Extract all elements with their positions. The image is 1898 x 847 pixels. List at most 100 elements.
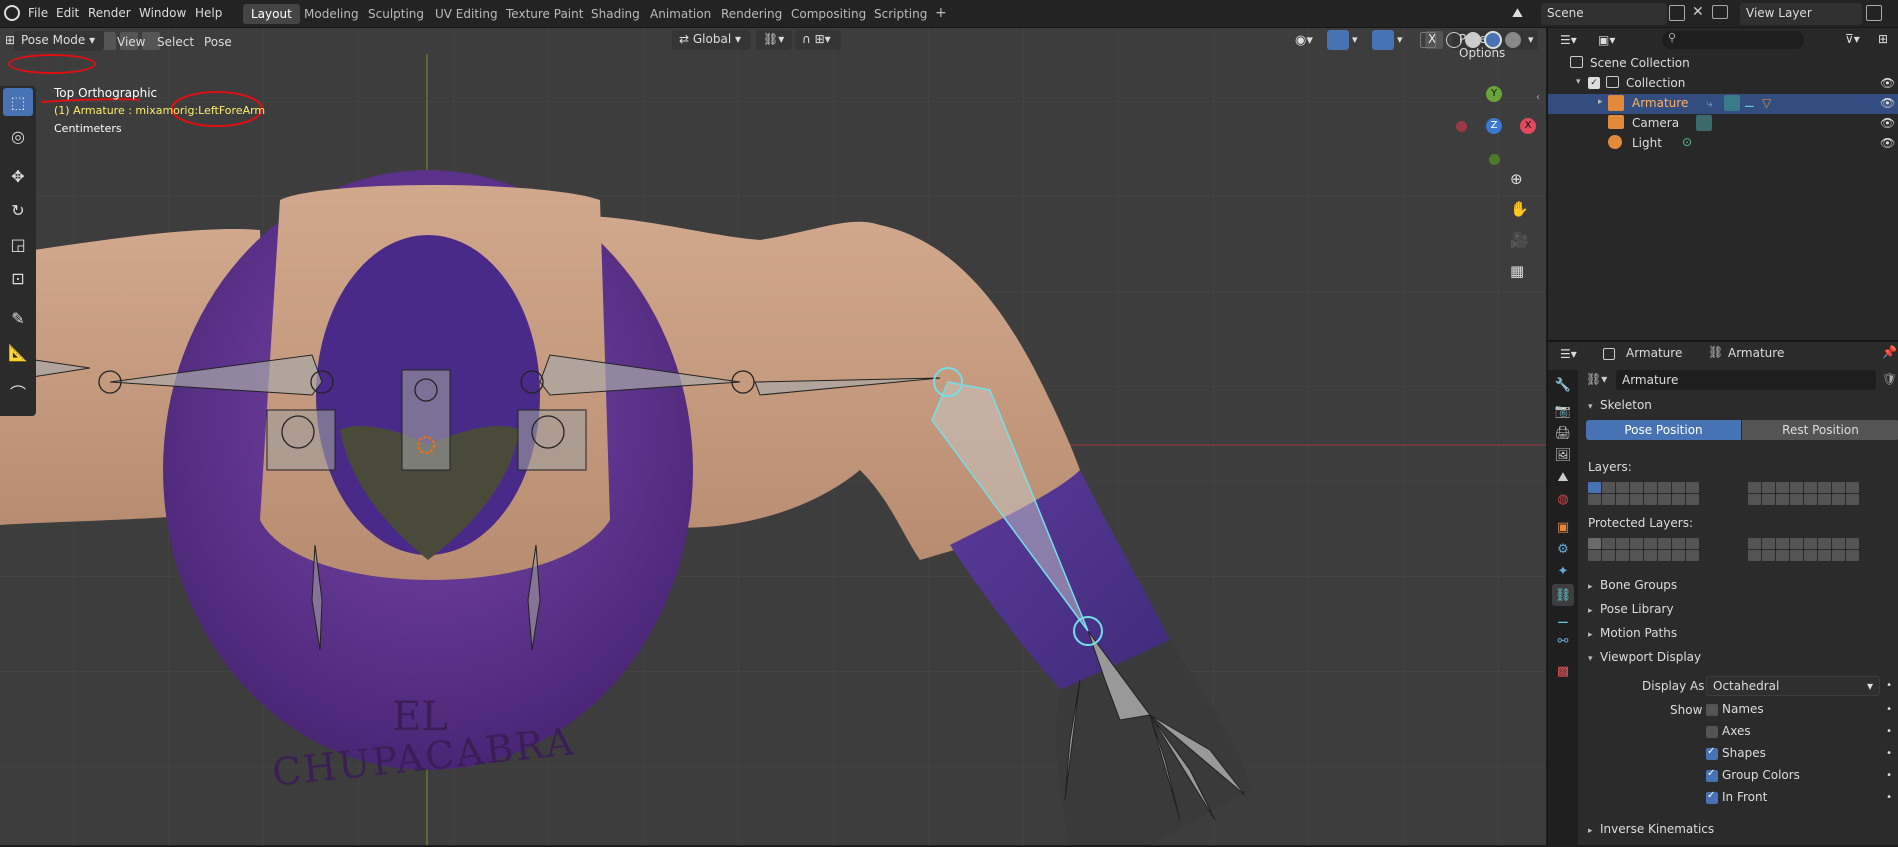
gizmo-z-handle[interactable]: Z	[1486, 118, 1502, 134]
outliner-row-scene-collection[interactable]: Scene Collection	[1548, 54, 1898, 74]
ortho-toggle-icon[interactable]: ▦	[1510, 262, 1524, 280]
delete-scene-icon[interactable]: ✕	[1692, 4, 1704, 20]
gizmo-neg-x-handle[interactable]	[1456, 121, 1467, 132]
move-tool-icon[interactable]: ✥	[3, 162, 33, 190]
cursor-tool-icon[interactable]: ◎	[3, 122, 33, 150]
armature-data-name-field[interactable]: Armature	[1616, 370, 1876, 390]
outliner-row-armature[interactable]: ▸ Armature ⤷ ⚊ ▽ 👁	[1548, 94, 1898, 114]
tab-shading[interactable]: Shading	[583, 4, 648, 24]
gizmo-y-handle[interactable]: Y	[1486, 86, 1502, 102]
outliner-display-mode-icon[interactable]: ▣▾	[1598, 33, 1615, 47]
tool-tab-icon[interactable]: 🔧	[1552, 374, 1574, 396]
menu-file[interactable]: File	[28, 6, 48, 20]
outliner-editor-type-icon[interactable]: ☰▾	[1560, 33, 1577, 47]
blender-logo-icon[interactable]	[4, 5, 20, 21]
menu-help[interactable]: Help	[195, 6, 222, 20]
shading-wireframe-icon[interactable]	[1446, 32, 1462, 48]
scene-selector[interactable]: Scene	[1541, 3, 1667, 25]
shading-rendered-icon[interactable]	[1505, 32, 1521, 48]
navigation-gizmo[interactable]: Y Z X	[1456, 86, 1536, 166]
menu-edit[interactable]: Edit	[56, 6, 79, 20]
filter-icon[interactable]: ⊽▾	[1845, 32, 1860, 46]
menu-pose[interactable]: Pose	[204, 35, 232, 49]
pose-position-button[interactable]: Pose Position	[1586, 420, 1741, 440]
shading-dropdown-icon[interactable]: ▾	[1528, 33, 1534, 46]
visibility-eye-icon[interactable]: 👁	[1880, 96, 1895, 110]
outliner-row-camera[interactable]: Camera 👁	[1548, 114, 1898, 134]
object-tab-icon[interactable]: ▣	[1552, 516, 1574, 538]
overlays-toggle-icon[interactable]	[1372, 30, 1394, 50]
particles-tab-icon[interactable]: ✦	[1552, 560, 1574, 582]
tab-scripting[interactable]: Scripting	[866, 4, 935, 24]
measure-tool-icon[interactable]: 📐	[3, 338, 33, 366]
fake-user-icon[interactable]: 🛡	[1882, 372, 1897, 386]
camera-view-icon[interactable]: 🎥	[1510, 231, 1529, 249]
visibility-eye-icon[interactable]: 👁	[1880, 116, 1895, 130]
bone-groups-panel-header[interactable]: ▸ Bone Groups	[1588, 578, 1677, 592]
shading-material-icon[interactable]	[1484, 31, 1502, 49]
group-colors-keyframe-icon[interactable]: •	[1886, 770, 1892, 781]
show-axes-checkbox[interactable]: Axes	[1706, 724, 1751, 738]
scale-tool-icon[interactable]: ◲	[3, 230, 33, 258]
gizmo-neg-y-handle[interactable]	[1489, 154, 1500, 165]
sidebar-toggle-icon[interactable]: ‹	[1536, 92, 1540, 103]
visibility-eye-icon[interactable]: 👁	[1880, 136, 1895, 150]
gizmo-dropdown-icon[interactable]: ▾	[1352, 33, 1358, 46]
menu-select[interactable]: Select	[157, 35, 194, 49]
show-in-front-checkbox[interactable]: In Front	[1706, 790, 1767, 804]
tab-uv-editing[interactable]: UV Editing	[427, 4, 506, 24]
expand-arrow-icon[interactable]: ▾	[1576, 77, 1581, 87]
rest-position-button[interactable]: Rest Position	[1742, 420, 1898, 440]
tab-modeling[interactable]: Modeling	[296, 4, 367, 24]
new-collection-icon[interactable]: ⊞	[1878, 32, 1888, 46]
bone-constraint-tab-icon[interactable]: ⚯	[1552, 630, 1574, 652]
axes-keyframe-icon[interactable]: •	[1886, 726, 1892, 737]
show-names-checkbox[interactable]: Names	[1706, 702, 1764, 716]
render-tab-icon[interactable]: 📷	[1552, 400, 1574, 422]
checkbox-icon[interactable]: ✓	[1588, 77, 1600, 89]
show-shapes-checkbox[interactable]: Shapes	[1706, 746, 1766, 760]
pan-hand-icon[interactable]: ✋	[1510, 200, 1529, 218]
mode-dropdown[interactable]: Pose Mode ▾	[14, 31, 104, 51]
new-scene-icon[interactable]	[1669, 5, 1685, 21]
protected-layers-grid-2[interactable]	[1748, 538, 1859, 561]
armature-data-tab-icon[interactable]: ⛓	[1552, 584, 1574, 606]
tab-sculpting[interactable]: Sculpting	[360, 4, 432, 24]
pin-icon[interactable]: 📌	[1882, 345, 1897, 359]
gizmo-x-handle[interactable]: X	[1520, 118, 1536, 134]
scene-tab-icon[interactable]: ⛰	[1552, 466, 1574, 488]
inverse-kinematics-panel-header[interactable]: ▸ Inverse Kinematics	[1588, 822, 1714, 836]
bone-tab-icon[interactable]: ⚊	[1552, 608, 1574, 630]
tab-compositing[interactable]: Compositing	[783, 4, 874, 24]
annotate-tool-icon[interactable]: ✎	[3, 304, 33, 332]
bone-layers-grid-2[interactable]	[1748, 482, 1859, 505]
new-view-layer-icon[interactable]	[1866, 5, 1882, 21]
visibility-eye-icon[interactable]: 👁	[1880, 76, 1895, 90]
pose-library-panel-header[interactable]: ▸ Pose Library	[1588, 602, 1674, 616]
in-front-keyframe-icon[interactable]: •	[1886, 792, 1892, 803]
texture-tab-icon[interactable]: ▩	[1552, 660, 1574, 682]
show-group-colors-checkbox[interactable]: Group Colors	[1706, 768, 1800, 782]
tab-animation[interactable]: Animation	[642, 4, 719, 24]
display-as-keyframe-icon[interactable]: •	[1886, 680, 1892, 691]
protected-layers-grid-1[interactable]	[1588, 538, 1699, 561]
select-box-tool-icon[interactable]: ⬚	[3, 88, 33, 116]
skeleton-panel-header[interactable]: ▾ Skeleton	[1588, 398, 1652, 412]
add-workspace-button[interactable]: +	[927, 2, 955, 22]
bone-layers-grid-1[interactable]	[1588, 482, 1699, 505]
shading-solid-icon[interactable]	[1465, 32, 1481, 48]
view-layer-tab-icon[interactable]: 🖼	[1552, 444, 1574, 466]
view-layer-selector[interactable]: View Layer	[1740, 3, 1862, 25]
modifier-tab-icon[interactable]: ⚙	[1552, 538, 1574, 560]
visibility-eye-icon[interactable]: ◉▾	[1295, 33, 1313, 48]
3d-viewport[interactable]: EL CHUPACABRA ⊞ ⇄ Global ▾ ⛓▾ ∩ ⊞▾ X Opt…	[0, 28, 1546, 845]
overlays-dropdown-icon[interactable]: ▾	[1397, 33, 1403, 46]
zoom-icon[interactable]: ⊕	[1510, 170, 1523, 188]
output-tab-icon[interactable]: 🖨	[1552, 422, 1574, 444]
tab-layout[interactable]: Layout	[243, 4, 300, 24]
shapes-keyframe-icon[interactable]: •	[1886, 748, 1892, 759]
tab-texture-paint[interactable]: Texture Paint	[498, 4, 591, 24]
rotate-tool-icon[interactable]: ↻	[3, 196, 33, 224]
names-keyframe-icon[interactable]: •	[1886, 704, 1892, 715]
display-as-dropdown[interactable]: Octahedral ▾	[1706, 676, 1880, 696]
